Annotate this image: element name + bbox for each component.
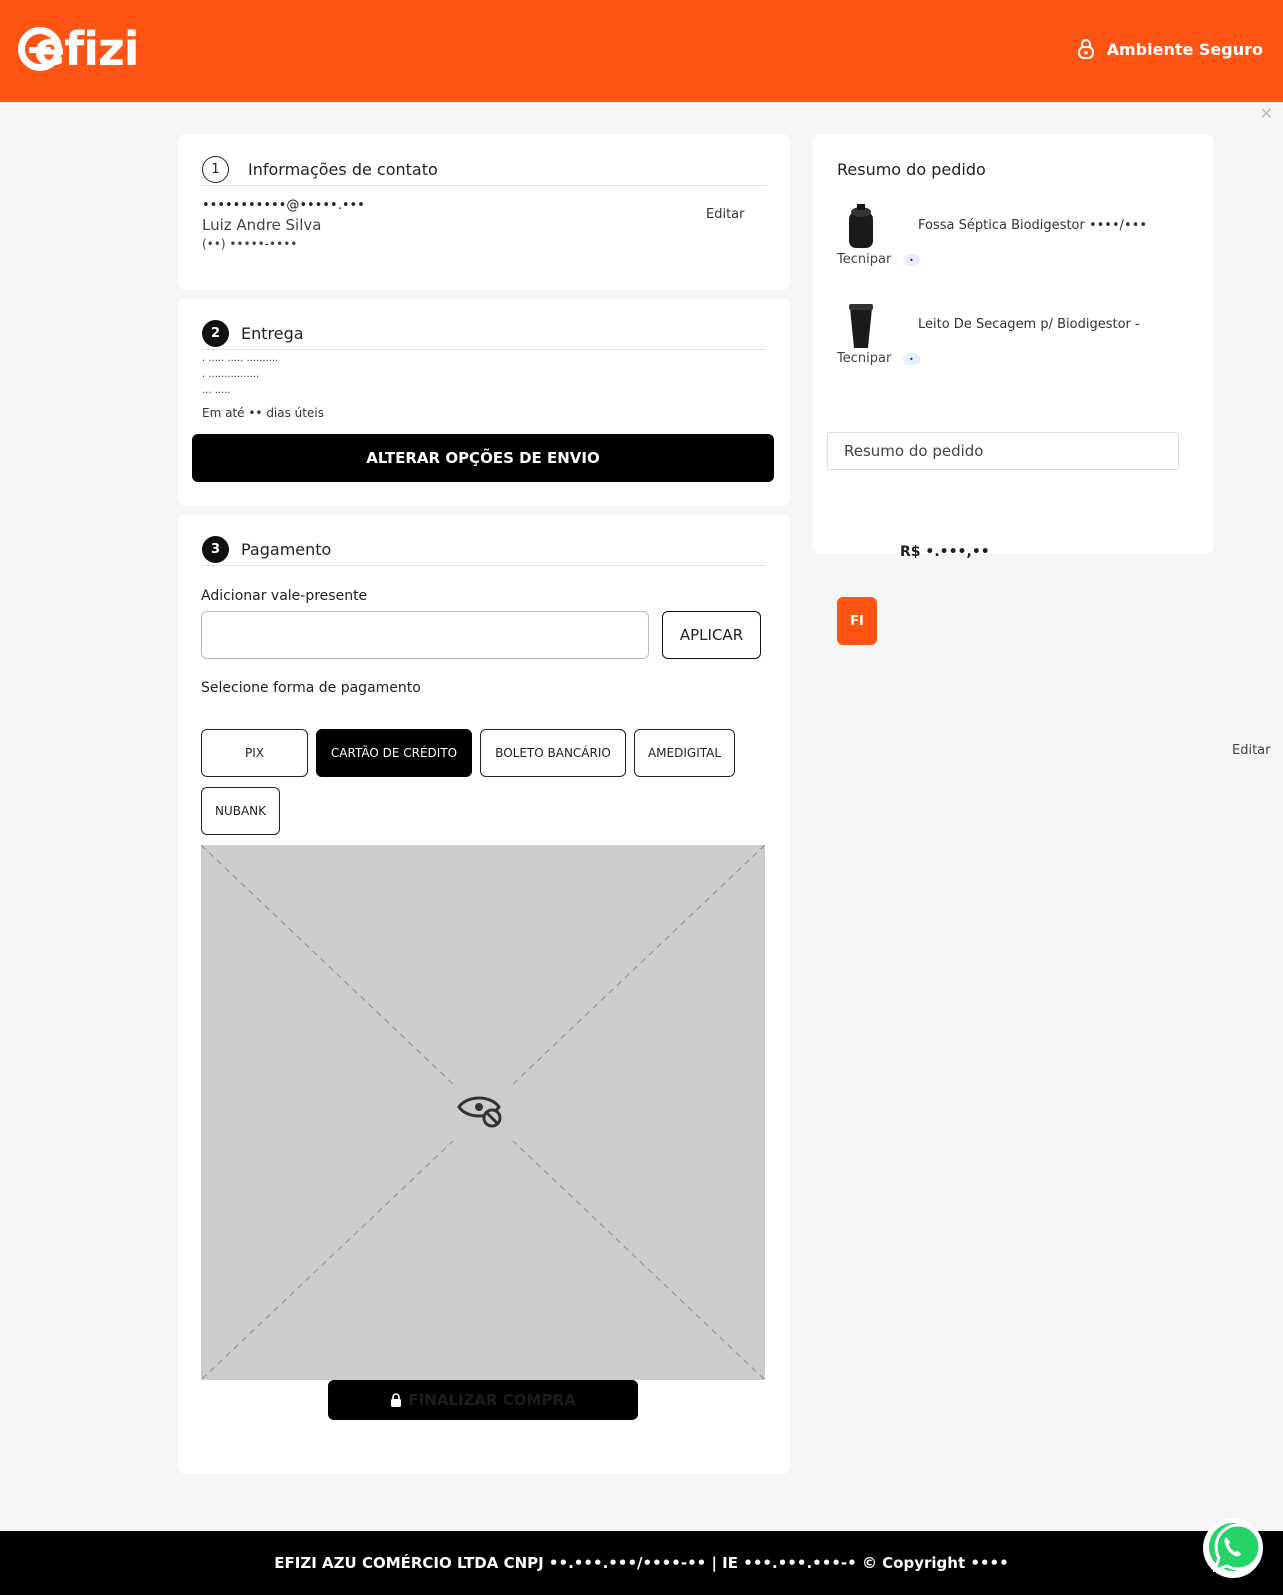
logo-e-mark [18, 27, 62, 71]
payment-option-boleto[interactable]: BOLETO BANCÁRIO [480, 729, 626, 777]
contact-email: •••••••••••@•••••.••• [202, 198, 365, 213]
delivery-line-2: · ················ [202, 372, 260, 383]
delivery-line-3: ··· ····· [202, 388, 231, 399]
step-number: 2 [202, 320, 229, 347]
secure-environment: Ambiente Seguro [1077, 38, 1263, 60]
contact-name: Luiz Andre Silva [202, 216, 322, 234]
apply-gift-card-button[interactable]: APLICAR [662, 611, 761, 659]
change-shipping-button[interactable]: ALTERAR OPÇÕES DE ENVIO [192, 434, 774, 482]
quantity-badge: • [903, 353, 920, 365]
summary-toggle-field[interactable]: Resumo do pedido [827, 432, 1179, 470]
whatsapp-icon [1209, 1523, 1261, 1573]
gift-card-input[interactable] [201, 611, 649, 659]
summary-item-name: Fossa Séptica Biodigestor ••••/••• [918, 218, 1148, 233]
divider [202, 185, 766, 186]
step-number: 1 [202, 156, 229, 183]
divider [202, 565, 766, 566]
step-title: Informações de contato [248, 160, 438, 179]
product-image-fossa [849, 204, 873, 248]
summary-item-brand: Tecnipar [837, 351, 892, 366]
efizi-logo[interactable]: efizi [18, 20, 140, 78]
step-title: Entrega [241, 324, 304, 343]
payment-method-label: Selecione forma de pagamento [201, 680, 421, 696]
edit-contact-link[interactable]: Editar [706, 207, 745, 222]
contact-step-header: 1 Informações de contato [202, 156, 438, 183]
order-summary-card: Resumo do pedido Fossa Séptica Biodigest… [813, 134, 1213, 554]
product-image-leito [849, 304, 873, 348]
close-icon[interactable]: ✕ [1260, 104, 1273, 123]
top-header: efizi Ambiente Seguro [0, 0, 1283, 102]
divider [202, 349, 766, 350]
delivery-eta: Em até •• dias úteis [202, 406, 324, 420]
delivery-card: 2 Entrega · ····· ····· ·········· · ···… [178, 298, 790, 506]
footer-text: EFIZI AZU COMÉRCIO LTDA CNPJ ••.•••.•••/… [274, 1554, 1009, 1572]
payment-option-amedigital[interactable]: AMEDIGITAL [634, 729, 735, 777]
hidden-iframe-placeholder [201, 845, 765, 1380]
whatsapp-button[interactable] [1203, 1518, 1263, 1578]
lock-icon [1077, 39, 1094, 59]
contact-phone: (••) •••••-•••• [202, 237, 298, 251]
order-total: R$ •.•••,•• [900, 544, 990, 560]
finalize-purchase-label: FINALIZAR COMPRA [408, 1391, 576, 1409]
payment-option-pix[interactable]: PIX [201, 729, 308, 777]
step-number: 3 [202, 536, 229, 563]
eye-hidden-icon [457, 1096, 502, 1128]
summary-item-brand: Tecnipar [837, 252, 892, 267]
secure-label: Ambiente Seguro [1106, 39, 1263, 59]
payment-step-header: 3 Pagamento [202, 536, 331, 563]
edit-summary-link[interactable]: Editar [1232, 743, 1271, 758]
gift-card-label: Adicionar vale-presente [201, 588, 368, 604]
page-footer: EFIZI AZU COMÉRCIO LTDA CNPJ ••.•••.•••/… [0, 1531, 1283, 1595]
delivery-step-header: 2 Entrega [202, 320, 304, 347]
finalize-purchase-button[interactable]: FINALIZAR COMPRA [328, 1380, 638, 1420]
contact-card: 1 Informações de contato •••••••••••@•••… [178, 134, 790, 290]
quantity-badge: • [903, 254, 920, 266]
finalize-purchase-side-button[interactable]: FI [837, 597, 877, 645]
payment-option-credit-card[interactable]: CARTÃO DE CRÉDITO [316, 729, 472, 777]
delivery-line-1: · ····· ····· ·········· [202, 356, 279, 367]
step-title: Pagamento [241, 540, 332, 559]
payment-option-nubank[interactable]: NUBANK [201, 787, 280, 835]
summary-title: Resumo do pedido [837, 160, 986, 179]
summary-item-name: Leito De Secagem p/ Biodigestor - [918, 317, 1140, 332]
lock-icon [391, 1393, 402, 1407]
